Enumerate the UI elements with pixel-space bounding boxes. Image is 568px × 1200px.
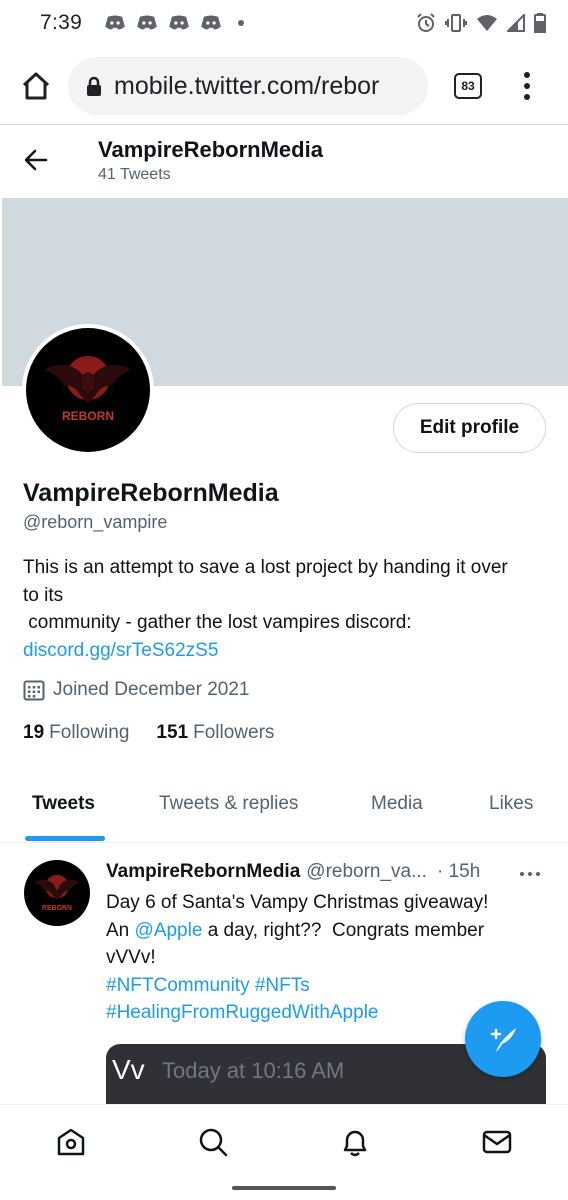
tweet-author-name[interactable]: VampireRebornMedia — [106, 861, 300, 883]
tweet-count: 41 Tweets — [98, 166, 171, 183]
tweet-line: An @Apple a day, right?? Congrats member — [106, 917, 546, 945]
profile-handle: @reborn_vampire — [23, 512, 168, 532]
home-icon — [57, 1128, 85, 1156]
search-icon — [199, 1128, 228, 1157]
divider — [0, 124, 568, 125]
browser-toolbar: mobile.twitter.com/rebor 83 — [0, 50, 568, 122]
notifications-icon — [343, 1130, 367, 1157]
tweet-text-part: a day, right?? Congrats member — [202, 919, 485, 941]
tweet-timestamp[interactable]: · 15h — [437, 861, 480, 883]
following-link[interactable]: 19 Following — [23, 722, 129, 744]
media-username: Vv — [112, 1054, 145, 1085]
more-horiz-icon[interactable] — [520, 872, 540, 876]
profile-avatar[interactable]: REBORN — [22, 324, 154, 456]
home-button[interactable] — [14, 64, 58, 108]
hashtag-links[interactable]: #NFTCommunity #NFTs — [106, 972, 546, 1000]
compose-feather-icon — [490, 1028, 516, 1052]
tweet-line: Day 6 of Santa's Vampy Christmas giveawa… — [106, 892, 489, 913]
following-label: Following — [49, 722, 130, 743]
nav-home-button[interactable] — [54, 1125, 88, 1159]
edit-profile-button[interactable]: Edit profile — [393, 403, 546, 453]
tab-likes[interactable]: Likes — [489, 793, 533, 815]
discord-icon — [137, 15, 157, 30]
tweet-avatar[interactable]: REBORN — [24, 860, 90, 926]
tweet-header: VampireRebornMedia @reborn_va... · 15h — [106, 861, 546, 883]
reborn-logo: REBORN — [33, 874, 81, 912]
display-name: VampireRebornMedia — [23, 479, 279, 507]
nav-messages-button[interactable] — [480, 1125, 514, 1159]
svg-text:REBORN: REBORN — [42, 905, 72, 912]
more-vert-icon[interactable] — [522, 72, 532, 100]
joined-text: Joined December 2021 — [53, 679, 250, 700]
bio-line: This is an attempt to save a lost projec… — [23, 557, 508, 578]
svg-text:REBORN: REBORN — [62, 409, 114, 423]
profile-bio: This is an attempt to save a lost projec… — [23, 554, 553, 664]
tab-tweets[interactable]: Tweets — [32, 793, 95, 815]
notification-dot — [238, 20, 245, 26]
back-button[interactable] — [22, 146, 50, 174]
bio-line: community - gather the lost vampires dis… — [23, 612, 412, 633]
mention-link[interactable]: @Apple — [135, 920, 203, 941]
tab-switcher-button[interactable]: 83 — [454, 73, 482, 99]
topbar-title: VampireRebornMedia — [98, 137, 323, 162]
profile-topbar: VampireRebornMedia 41 Tweets — [0, 126, 568, 198]
followers-link[interactable]: 151 Followers — [156, 722, 274, 744]
discord-icon — [105, 15, 125, 30]
status-time: 7:39 — [40, 11, 83, 34]
lock-icon — [87, 76, 101, 96]
nav-notifications-button[interactable] — [338, 1125, 372, 1159]
divider — [0, 842, 568, 843]
url-text: mobile.twitter.com/rebor — [114, 71, 380, 100]
profile-tabs: Tweets Tweets & replies Media Likes — [0, 770, 568, 842]
vibrate-icon — [445, 14, 467, 32]
signal-icon — [507, 14, 525, 32]
messages-icon — [482, 1130, 512, 1154]
alarm-icon — [417, 13, 435, 32]
gesture-handle[interactable] — [232, 1186, 336, 1190]
back-arrow-icon — [24, 149, 48, 171]
following-count: 19 — [23, 722, 45, 743]
compose-tweet-button[interactable] — [465, 1001, 541, 1077]
system-icons — [416, 13, 546, 33]
tweet-text: Day 6 of Santa's Vampy Christmas giveawa… — [106, 889, 546, 1027]
media-timestamp: Today at 10:16 AM — [162, 1058, 345, 1083]
followers-count: 151 — [156, 722, 189, 743]
notification-icons — [104, 15, 245, 31]
active-tab-indicator — [25, 836, 105, 841]
follow-stats: 19 Following 151 Followers — [23, 722, 301, 744]
bio-line: to its — [23, 584, 64, 606]
calendar-icon — [23, 680, 45, 701]
tab-media[interactable]: Media — [371, 793, 423, 815]
tweet-line: vVVv! — [106, 947, 156, 968]
home-icon — [22, 72, 50, 100]
nav-search-button[interactable] — [196, 1125, 230, 1159]
address-bar[interactable]: mobile.twitter.com/rebor — [68, 57, 428, 115]
battery-icon — [534, 13, 546, 33]
wifi-icon — [477, 15, 497, 31]
bio-link[interactable]: discord.gg/srTeS62zS5 — [23, 637, 553, 665]
joined-date: Joined December 2021 — [23, 679, 249, 701]
tweet-author-handle[interactable]: @reborn_va... — [306, 861, 427, 883]
reborn-logo: REBORN — [44, 356, 132, 423]
discord-icon — [169, 15, 189, 30]
discord-icon — [201, 15, 221, 30]
tweet-text-part: An — [106, 919, 135, 941]
followers-label: Followers — [193, 722, 275, 743]
bottom-nav — [0, 1104, 568, 1178]
tab-tweets-replies[interactable]: Tweets & replies — [159, 793, 298, 815]
status-bar: 7:39 — [0, 0, 568, 46]
